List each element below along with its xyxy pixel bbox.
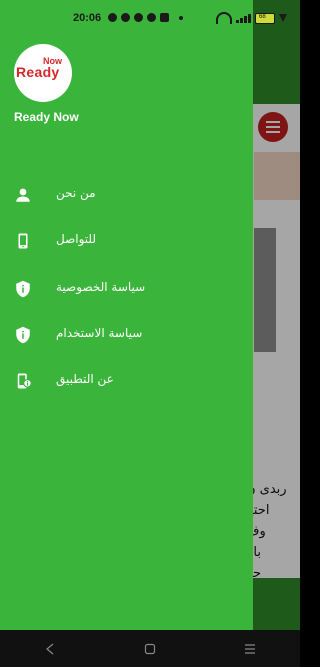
shield-info-icon xyxy=(16,280,30,298)
drawer-item-label: سياسة الاستخدام xyxy=(56,326,143,340)
system-navigation-bar xyxy=(0,630,300,667)
back-button[interactable] xyxy=(38,637,62,661)
signal-icon xyxy=(236,13,251,23)
drawer-item-privacy-policy[interactable]: سياسة الخصوصية xyxy=(0,271,253,307)
whatsapp-icon xyxy=(108,13,117,22)
more-notifications-icon xyxy=(179,16,183,20)
battery-icon: 68 xyxy=(255,12,275,24)
navigation-drawer: Now Ready Ready Now من نحن للتواصل سياسة… xyxy=(0,0,253,630)
status-time: 20:06 xyxy=(73,12,102,24)
notification-icons xyxy=(108,13,183,22)
app-logo: Now Ready xyxy=(14,44,72,102)
phone-icon xyxy=(18,233,28,249)
person-icon xyxy=(16,188,30,202)
home-icon xyxy=(144,643,156,654)
messenger-icon xyxy=(121,13,130,22)
drawer-item-about-us[interactable]: من نحن xyxy=(0,177,253,213)
battery-level: 68 xyxy=(259,13,266,20)
youtube-icon xyxy=(160,13,169,22)
drawer-item-label: سياسة الخصوصية xyxy=(56,280,146,294)
app-name: Ready Now xyxy=(14,110,79,124)
drawer-item-label: من نحن xyxy=(56,186,96,200)
home-button[interactable] xyxy=(138,637,162,661)
app-info-icon xyxy=(17,373,32,389)
logo-word-ready: Ready xyxy=(16,64,60,80)
system-status-icons: 68 xyxy=(216,12,287,24)
drawer-item-label: عن التطبيق xyxy=(56,372,114,386)
drawer-item-about-app[interactable]: عن التطبيق xyxy=(0,363,253,399)
recents-icon xyxy=(245,643,255,654)
drawer-item-contact[interactable]: للتواصل xyxy=(0,223,253,259)
drawer-item-terms-of-use[interactable]: سياسة الاستخدام xyxy=(0,317,253,353)
shield-info-icon xyxy=(16,326,30,344)
charging-icon xyxy=(279,14,287,22)
back-icon xyxy=(46,643,54,654)
recents-button[interactable] xyxy=(238,637,262,661)
wifi-icon xyxy=(216,12,232,24)
status-bar: 20:06 68 xyxy=(0,0,300,38)
messenger-icon xyxy=(134,13,143,22)
drawer-item-label: للتواصل xyxy=(56,232,97,246)
whatsapp-icon xyxy=(147,13,156,22)
